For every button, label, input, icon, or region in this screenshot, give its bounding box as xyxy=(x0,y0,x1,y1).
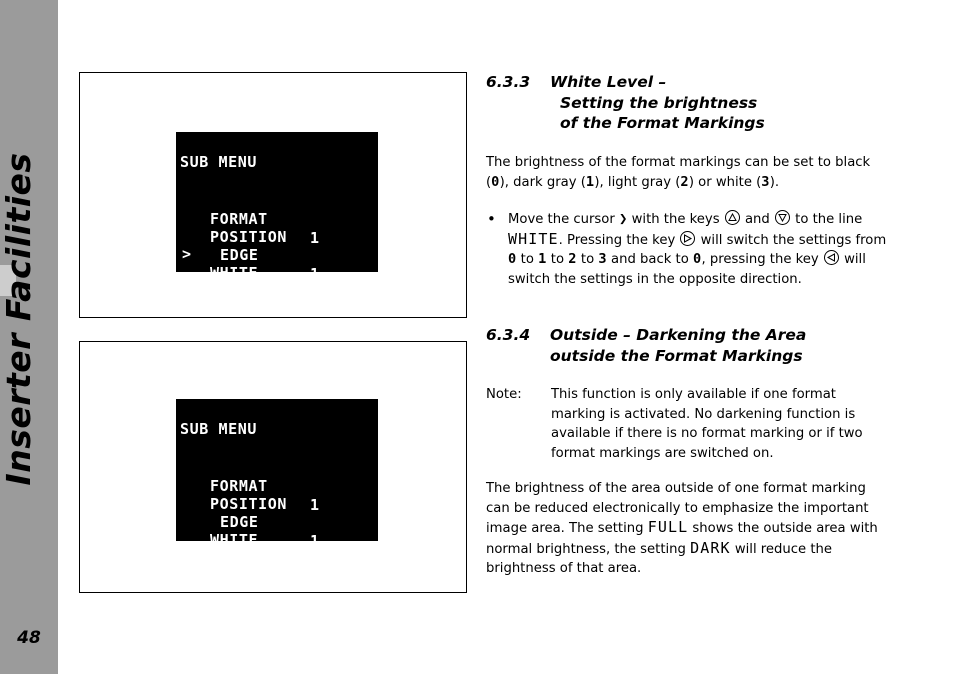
bullet-t1: Move the cursor xyxy=(508,212,619,227)
section-heading-634: 6.3.4 Outside – Darkening the Area outsi… xyxy=(486,325,898,366)
bullet-t9: to xyxy=(576,252,599,267)
section-number-634: 6.3.4 xyxy=(486,326,531,344)
bullet-t4: to the line xyxy=(790,212,863,227)
note-label: Note: xyxy=(486,387,522,402)
bullet-t8: to xyxy=(546,252,569,267)
para-1-text-end: ). xyxy=(769,174,780,190)
section-number-633: 6.3.3 xyxy=(486,73,531,91)
figure-white-selected: SUB MENU FORMAT 1 POSITION EDGE 1 > WHIT… xyxy=(79,72,467,318)
section-title-634-line2: outside the Format Markings xyxy=(550,346,803,365)
para-1-text-mid3: ) or white ( xyxy=(688,174,762,190)
key-right-icon xyxy=(680,230,696,246)
para-1-text-mid2: ), light gray ( xyxy=(594,174,681,190)
menu-word-white: WHITE xyxy=(508,229,559,248)
sidebar-chapter-title: Inserter Facilities xyxy=(0,152,38,486)
section-title-633-line1: White Level – xyxy=(550,73,667,91)
lcd-screen-1: SUB MENU FORMAT 1 POSITION EDGE 1 > WHIT… xyxy=(176,132,378,272)
bullet-cursor-instructions: • Move the cursor ❯ with the keys and to… xyxy=(486,210,898,289)
value-white-3: 3 xyxy=(761,173,770,190)
value-black-0: 0 xyxy=(491,173,500,190)
bullet-t2: with the keys xyxy=(627,212,724,227)
bullet-t6: will switch the settings from xyxy=(696,232,887,248)
step-value-3: 3 xyxy=(598,251,607,267)
bullet-marker: • xyxy=(487,210,496,228)
bullet-t11: , pressing the key xyxy=(701,252,823,267)
step-value-2: 2 xyxy=(568,251,577,267)
step-value-1: 1 xyxy=(538,251,547,267)
lcd-screen-2: SUB MENU FORMAT 1 POSITION EDGE 1 WHITE … xyxy=(176,399,378,541)
setting-full: FULL xyxy=(647,518,689,536)
key-down-icon xyxy=(774,210,790,225)
bullet-body: Move the cursor ❯ with the keys and to t… xyxy=(508,210,898,289)
page-number: 48 xyxy=(17,628,41,648)
setting-dark: DARK xyxy=(690,538,731,557)
key-left-icon xyxy=(823,250,839,265)
section-heading-633: 6.3.3 White Level – Setting the brightne… xyxy=(486,72,898,134)
paragraph-outside-darkening: The brightness of the area outside of on… xyxy=(486,479,886,579)
paragraph-brightness-levels: The brightness of the format markings ca… xyxy=(486,153,886,192)
lcd-title: SUB MENU xyxy=(180,153,258,171)
section-title-634-line1: Outside – Darkening the Area xyxy=(550,326,807,344)
section-title-633-line3: of the Format Markings xyxy=(560,114,765,132)
sidebar: Inserter Facilities 48 xyxy=(0,0,58,674)
content-column: 6.3.3 White Level – Setting the brightne… xyxy=(486,0,898,674)
lcd-title: SUB MENU xyxy=(180,420,258,438)
key-up-icon xyxy=(724,210,740,225)
figure-outside-selected: SUB MENU FORMAT 1 POSITION EDGE 1 WHITE … xyxy=(79,341,467,593)
section-title-633-line2: Setting the brightness xyxy=(560,93,758,112)
bullet-t5: . Pressing the key xyxy=(558,232,680,248)
bullet-t3: and xyxy=(740,212,774,227)
bullet-t10: and back to xyxy=(606,252,693,267)
value-lightgray-2: 2 xyxy=(680,173,689,190)
note-body: This function is only available if one f… xyxy=(551,387,863,461)
note-block: Note: This function is only available if… xyxy=(486,385,898,463)
bullet-t7: to xyxy=(516,252,539,267)
para-1-text-mid1: ), dark gray ( xyxy=(499,174,586,190)
